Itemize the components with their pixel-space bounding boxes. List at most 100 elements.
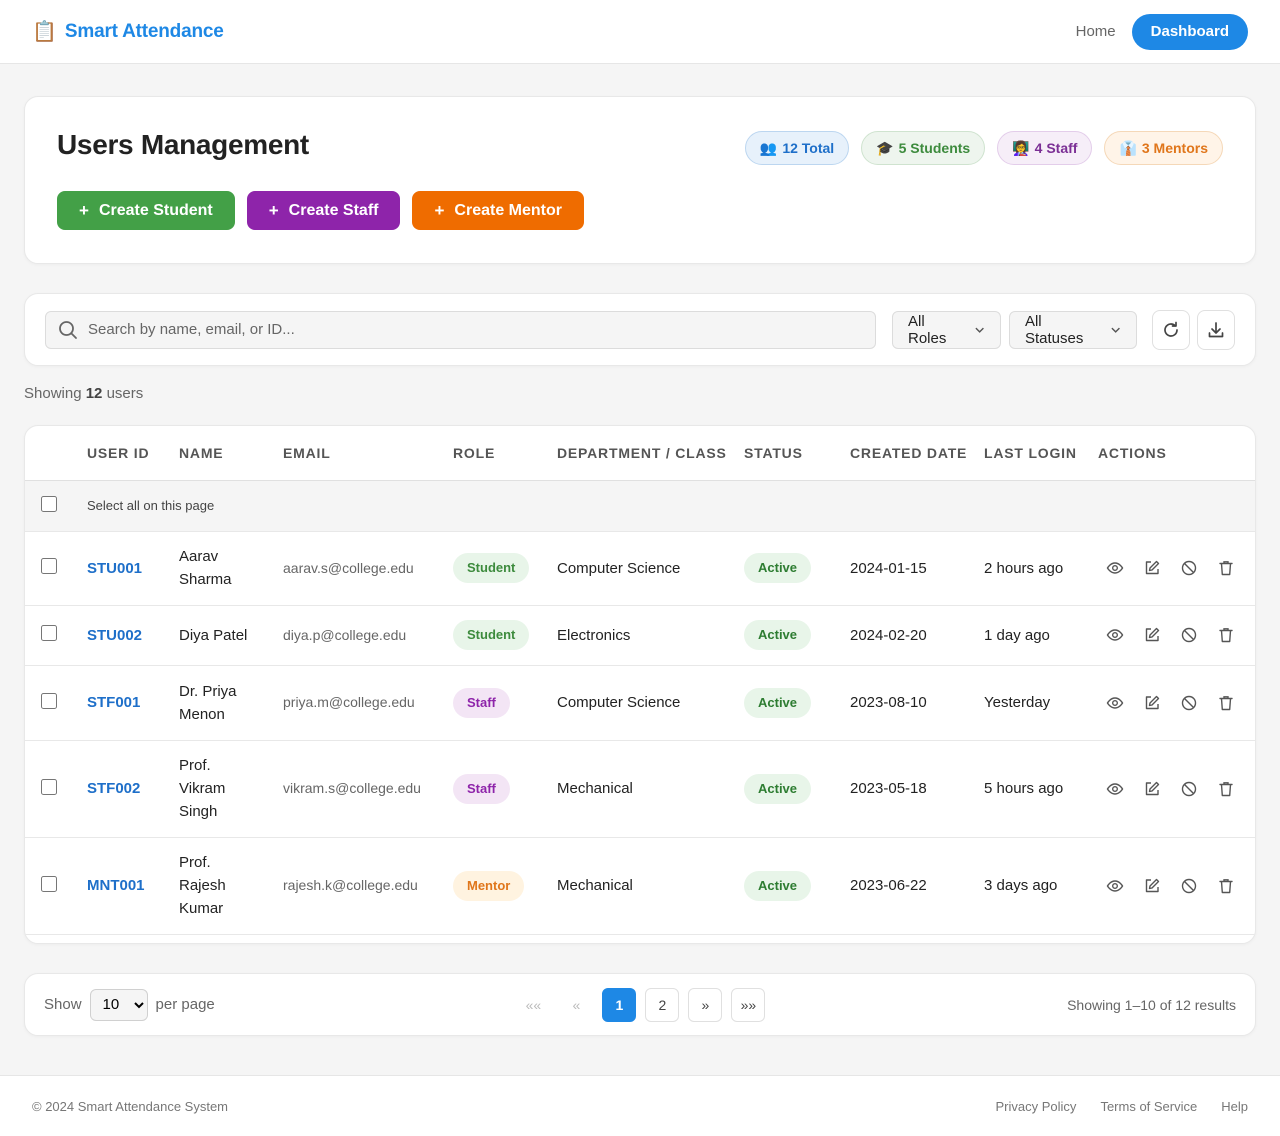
refresh-button[interactable] [1151, 309, 1190, 350]
trash-icon[interactable] [1217, 694, 1235, 712]
stat-mentors-label: 3 Mentors [1141, 140, 1208, 156]
last-page-button[interactable]: »» [731, 987, 766, 1022]
status-filter-select[interactable]: All Statuses [1008, 310, 1137, 349]
page-button-1[interactable]: 1 [602, 987, 637, 1022]
edit-icon[interactable] [1143, 877, 1161, 895]
nav-links: Home Dashboard [1076, 13, 1248, 50]
select-all-label: Select all on this page [87, 480, 1255, 532]
block-icon[interactable] [1180, 626, 1198, 644]
created-date: 2023-06-22 [850, 837, 984, 935]
column-header[interactable]: Department / Class [557, 426, 744, 481]
copyright: © 2024 Smart Attendance System [32, 1098, 229, 1114]
chevron-down-icon [975, 327, 984, 333]
page-button-2[interactable]: 2 [645, 987, 680, 1022]
trash-icon[interactable] [1217, 780, 1235, 798]
stat-total-badge: 👥 12 Total [744, 131, 850, 165]
status-badge: Active [744, 553, 812, 583]
row-actions [1098, 559, 1255, 577]
filter-bar: All Roles All Statuses [24, 293, 1256, 366]
trash-icon[interactable] [1217, 626, 1235, 644]
trash-icon[interactable] [1217, 877, 1235, 895]
first-page-button[interactable]: «« [516, 987, 551, 1022]
privacy-link[interactable]: Privacy Policy [996, 1099, 1077, 1114]
search-icon [59, 320, 77, 339]
row-actions [1098, 626, 1255, 644]
trash-icon[interactable] [1217, 559, 1235, 577]
row-checkbox[interactable] [41, 558, 57, 574]
block-icon[interactable] [1180, 877, 1198, 895]
page-buttons: «« « 1 2 » »» [516, 987, 766, 1022]
view-icon[interactable] [1106, 877, 1124, 895]
search-box [45, 310, 876, 349]
next-page-button[interactable]: » [688, 987, 723, 1022]
status-badge: Active [744, 687, 812, 718]
row-checkbox[interactable] [41, 875, 57, 892]
created-date: 2024-01-15 [850, 531, 984, 606]
edit-icon[interactable] [1143, 694, 1161, 712]
summary-count: 12 [85, 385, 103, 402]
column-header[interactable]: Name [179, 426, 283, 481]
user-department: Mechanical [557, 837, 744, 935]
user-name: Prof. Vikram Singh [179, 740, 283, 838]
column-header[interactable]: Email [283, 426, 453, 481]
help-link[interactable]: Help [1221, 1099, 1248, 1114]
download-icon [1208, 321, 1224, 337]
user-id-link[interactable]: MNT001 [87, 877, 145, 894]
per-page-label: per page [155, 996, 215, 1013]
row-checkbox[interactable] [41, 625, 57, 641]
column-header[interactable]: Last Login [984, 426, 1098, 481]
status-filter-value: All Statuses [1024, 312, 1084, 347]
row-actions [1098, 780, 1255, 798]
column-header[interactable]: User ID [87, 426, 179, 481]
status-badge: Active [744, 773, 812, 804]
column-header[interactable]: Created Date [850, 426, 984, 481]
view-icon[interactable] [1106, 694, 1124, 712]
view-icon[interactable] [1106, 559, 1124, 577]
user-id-link[interactable]: STF002 [87, 780, 140, 797]
column-header[interactable]: Status [744, 426, 850, 481]
per-page-select[interactable]: 10 [89, 988, 148, 1021]
stat-pills: 👥 12 Total 🎓 5 Students 👩‍🏫 4 Staff 👔 3 Ment… [744, 131, 1223, 165]
pagination-bar: Show 10 per page «« « 1 2 » »» Showing 1… [24, 973, 1256, 1036]
terms-link[interactable]: Terms of Service [1100, 1099, 1197, 1114]
user-id-link[interactable]: STF001 [87, 694, 140, 711]
download-button[interactable] [1196, 309, 1235, 350]
stat-students-label: 5 Students [898, 140, 971, 156]
select-all-checkbox[interactable] [41, 496, 57, 512]
view-icon[interactable] [1106, 780, 1124, 798]
user-name: Diya Patel [179, 605, 283, 666]
header-card: Users Management 👥 12 Total 🎓 5 Students 👩… [24, 96, 1256, 264]
select-all-row: Select all on this page [25, 480, 1255, 532]
search-input[interactable] [88, 321, 863, 338]
prev-page-button[interactable]: « [559, 987, 594, 1022]
brand[interactable]: 📋 Smart Attendance [32, 19, 224, 44]
stat-students-badge: 🎓 5 Students [861, 131, 986, 165]
create-student-button[interactable]: + Create Student [57, 191, 235, 230]
per-page-control: Show 10 per page [44, 988, 215, 1021]
user-id-link[interactable]: STU001 [87, 560, 142, 577]
edit-icon[interactable] [1143, 626, 1161, 644]
role-filter-select[interactable]: All Roles [892, 310, 1001, 349]
dashboard-button[interactable]: Dashboard [1131, 13, 1248, 50]
create-mentor-button[interactable]: + Create Mentor [412, 191, 584, 230]
column-header: Actions [1098, 426, 1255, 481]
view-icon[interactable] [1106, 626, 1124, 644]
user-id-link[interactable]: STU002 [87, 627, 142, 644]
block-icon[interactable] [1180, 780, 1198, 798]
column-header[interactable]: Role [453, 426, 557, 481]
row-checkbox[interactable] [41, 692, 57, 709]
edit-icon[interactable] [1143, 780, 1161, 798]
footer: © 2024 Smart Attendance System Privacy P… [0, 1075, 1280, 1136]
status-badge: Active [744, 870, 812, 901]
show-label: Show [44, 996, 82, 1013]
nav-home-link[interactable]: Home [1076, 23, 1116, 40]
summary-prefix: Showing [24, 385, 82, 402]
create-staff-button[interactable]: + Create Staff [246, 191, 401, 230]
top-navbar: 📋 Smart Attendance Home Dashboard [0, 0, 1280, 64]
block-icon[interactable] [1180, 559, 1198, 577]
row-checkbox[interactable] [41, 778, 57, 795]
edit-icon[interactable] [1143, 559, 1161, 577]
block-icon[interactable] [1180, 694, 1198, 712]
user-email: vikram.s@college.edu [283, 780, 421, 796]
user-email: priya.m@college.edu [283, 694, 415, 710]
